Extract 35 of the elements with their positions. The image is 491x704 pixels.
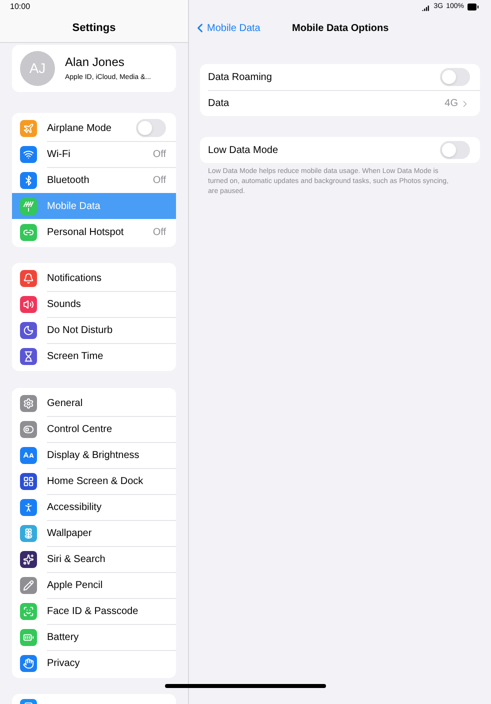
- item-label: Wi-Fi: [47, 148, 72, 162]
- item-label: Accessibility: [47, 501, 102, 515]
- item-label: Face ID & Passcode: [47, 605, 140, 619]
- profile-name: Alan Jones: [65, 54, 126, 72]
- item-label: Bluetooth: [47, 174, 90, 188]
- row-label: Data: [208, 97, 230, 111]
- row-value: 4G: [444, 97, 458, 111]
- item-label: Do Not Disturb: [47, 324, 114, 338]
- item-value: Off: [152, 226, 166, 240]
- row-label: Low Data Mode: [208, 144, 280, 158]
- item-label: Airplane Mode: [47, 122, 112, 136]
- item-label: Privacy: [47, 657, 81, 671]
- sidebar-title: Settings: [72, 20, 116, 36]
- row-label: Data Roaming: [208, 70, 273, 84]
- item-label: Wallpaper: [47, 527, 93, 541]
- settings-row[interactable]: Low Data Mode: [200, 137, 480, 163]
- item-label: Personal Hotspot: [47, 226, 125, 240]
- item-label: Home Screen & Dock: [47, 475, 144, 489]
- detail-title: Mobile Data Options: [292, 22, 389, 36]
- settings-row[interactable]: Data 4G: [200, 90, 480, 116]
- settings-row[interactable]: Data Roaming: [200, 64, 480, 90]
- item-label: General: [47, 396, 84, 410]
- status-time: 10:00: [10, 1, 30, 13]
- item-label: Mobile Data: [47, 200, 102, 214]
- item-value: Off: [152, 148, 166, 162]
- item-label: Battery: [47, 631, 80, 645]
- item-label: Notifications: [47, 272, 102, 286]
- item-label: Display & Brightness: [47, 449, 140, 463]
- item-label: Screen Time: [47, 350, 104, 364]
- item-value: Off: [152, 174, 166, 188]
- item-label: Sounds: [47, 298, 82, 312]
- item-label: Apple Pencil: [47, 579, 104, 593]
- avatar: AJ: [20, 51, 55, 86]
- item-label: Siri & Search: [47, 553, 106, 567]
- item-label: Control Centre: [47, 423, 114, 437]
